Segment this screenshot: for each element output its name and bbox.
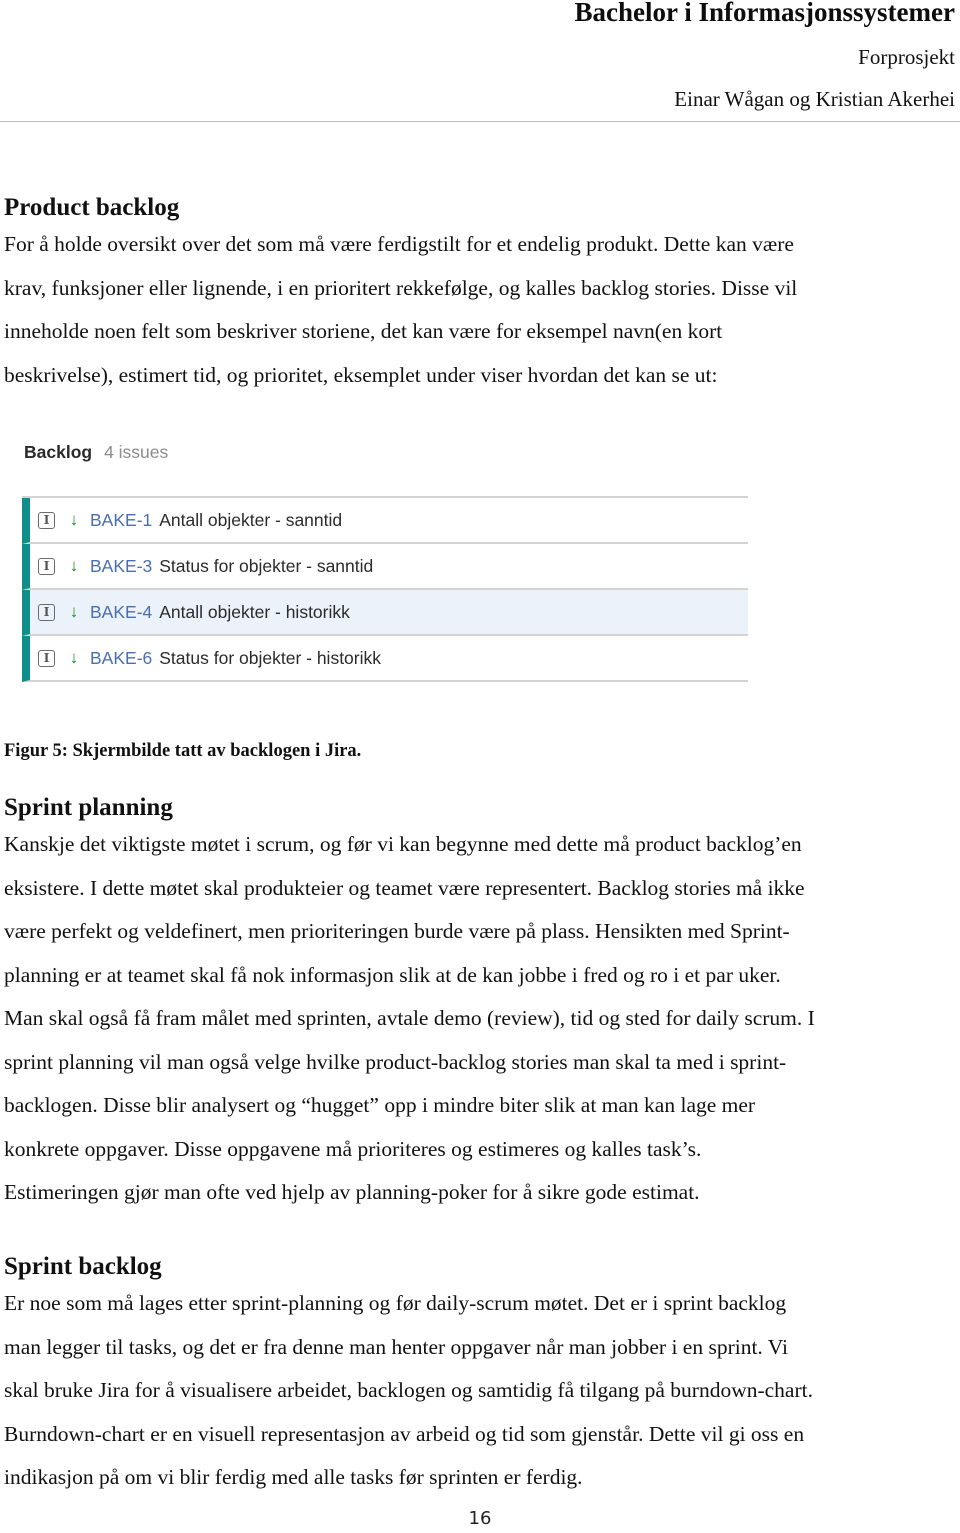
document-authors: Einar Wågan og Kristian Akerhei [674, 87, 955, 111]
text-line: eksistere. I dette møtet skal produkteie… [4, 875, 805, 900]
text-line: Burndown-chart er en visuell representas… [4, 1421, 805, 1446]
issue-key[interactable]: BAKE-4 [90, 602, 152, 623]
text-line: konkrete oppgaver. Disse oppgavene må pr… [4, 1136, 702, 1161]
issue-summary: Antall objekter - historikk [159, 601, 350, 622]
header-divider [0, 121, 960, 122]
issue-summary: Status for objekter - sanntid [159, 555, 374, 576]
text-line: planning er at teamet skal få nok inform… [4, 962, 781, 987]
issue-summary: Antall objekter - sanntid [159, 509, 343, 530]
section-body: Kanskje det viktigste møtet i scrum, og … [4, 823, 956, 1215]
text-line: beskrivelse), estimert tid, og prioritet… [4, 362, 718, 387]
text-line: For å holde oversikt over det som må vær… [4, 232, 794, 256]
backlog-header: Backlog 4 issues [24, 442, 168, 463]
issue-key[interactable]: BAKE-6 [90, 648, 152, 669]
arrow-down-icon: ↓ [69, 556, 79, 575]
arrow-down-icon: ↓ [69, 510, 79, 529]
text-line: backlogen. Disse blir analysert og “hugg… [4, 1093, 756, 1117]
arrow-down-icon: ↓ [69, 648, 79, 667]
jira-backlog-figure: Backlog 4 issues I ↓ BAKE-1 Antall objekt… [22, 430, 752, 690]
document-subtitle: Forprosjekt [858, 45, 955, 69]
document-title: Bachelor i Informasjonssystemer [574, 0, 955, 27]
section-body: Er noe som må lages etter sprint-plannin… [4, 1282, 956, 1500]
text-line: Er noe som må lages etter sprint-plannin… [4, 1291, 787, 1315]
section-sprint-backlog: Sprint backlog Er noe som må lages etter… [4, 1252, 956, 1500]
issue-key[interactable]: BAKE-3 [90, 556, 152, 577]
arrow-down-icon: ↓ [69, 602, 79, 621]
section-heading: Sprint planning [4, 794, 173, 821]
text-line: sprint planning vil man også velge hvilk… [4, 1049, 787, 1074]
section-product-backlog: Product backlog For å holde oversikt ove… [4, 193, 956, 397]
text-line: Estimeringen gjør man ofte ved hjelp av … [4, 1180, 700, 1204]
section-sprint-planning: Sprint planning Kanskje det viktigste mø… [4, 793, 956, 1215]
story-icon: I [38, 511, 55, 529]
issue-row[interactable]: I ↓ BAKE-3 Status for objekter - sanntid [22, 544, 748, 590]
text-line: være perfekt og veldefinert, men priorit… [4, 919, 790, 943]
issue-summary: Status for objekter - historikk [159, 647, 381, 668]
text-line: man legger til tasks, og det er fra denn… [4, 1334, 789, 1359]
text-line: skal bruke Jira for å visualisere arbeid… [4, 1378, 813, 1402]
section-heading: Sprint backlog [4, 1253, 162, 1280]
story-icon: I [38, 649, 55, 667]
page-header: Bachelor i Informasjonssystemer Forprosj… [575, 0, 955, 110]
issue-row[interactable]: I ↓ BAKE-1 Antall objekter - sanntid [22, 498, 748, 544]
story-icon: I [38, 603, 55, 621]
story-icon: I [38, 557, 55, 575]
text-line: inneholde noen felt som beskriver storie… [4, 319, 723, 343]
text-line: Kanskje det viktigste møtet i scrum, og … [4, 832, 802, 856]
backlog-label: Backlog [24, 442, 93, 462]
text-line: Man skal også få fram målet med sprinten… [4, 1006, 815, 1030]
issue-list: I ↓ BAKE-1 Antall objekter - sanntid I ↓… [22, 496, 748, 682]
page-number: 16 [468, 1508, 492, 1529]
text-line: krav, funksjoner eller lignende, i en pr… [4, 275, 798, 300]
figure-caption: Figur 5: Skjermbilde tatt av backlogen i… [4, 741, 362, 761]
issue-count: 4 issues [104, 442, 169, 462]
section-heading: Product backlog [4, 194, 180, 221]
text-line: indikasjon på om vi blir ferdig med alle… [4, 1465, 583, 1489]
issue-row[interactable]: I ↓ BAKE-6 Status for objekter - histori… [22, 636, 748, 682]
issue-key[interactable]: BAKE-1 [90, 510, 152, 531]
section-body: For å holde oversikt over det som må vær… [4, 223, 956, 397]
issue-row-selected[interactable]: I ↓ BAKE-4 Antall objekter - historikk [22, 590, 748, 636]
